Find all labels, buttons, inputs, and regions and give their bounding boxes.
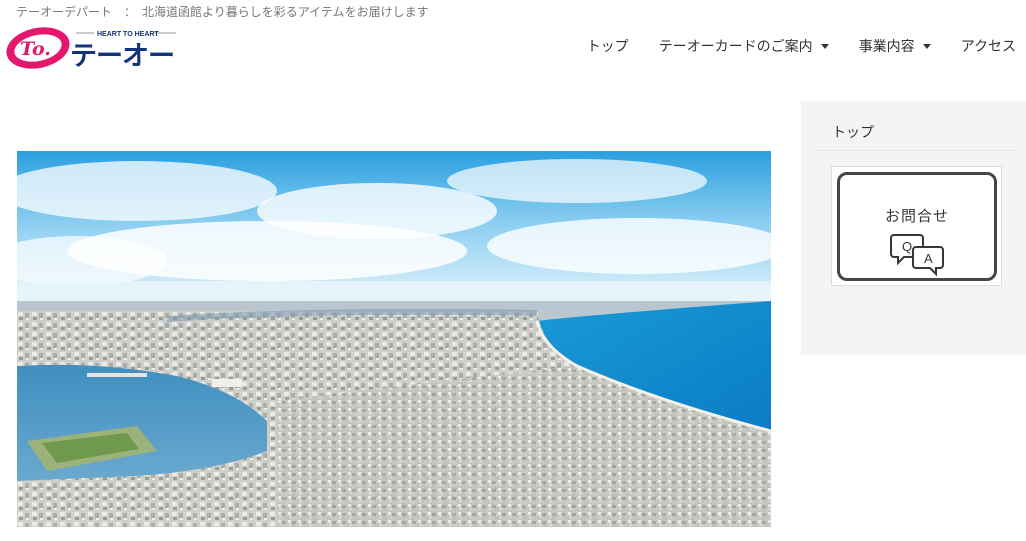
contact-qa-banner[interactable]: お問合せ Q A xyxy=(831,166,1002,286)
site-logo[interactable]: To. HEART TO HEART テーオー xyxy=(4,24,184,72)
hero-city-panorama xyxy=(17,151,771,527)
nav-item-label: 事業内容 xyxy=(858,39,915,55)
qa-chat-bubbles-icon: Q A xyxy=(890,234,944,276)
logo-mark-text: To. xyxy=(20,38,51,60)
nav-item-label: トップ xyxy=(586,39,629,55)
main-nav: トップ テーオーカードのご案内 事業内容 アクセス xyxy=(557,36,1016,56)
qa-banner-label: お問合せ xyxy=(884,207,949,225)
logo-main-text: テーオー xyxy=(70,41,174,72)
chevron-down-icon xyxy=(922,43,931,49)
nav-item-label: アクセス xyxy=(960,39,1016,55)
nav-item-business[interactable]: 事業内容 xyxy=(859,36,931,56)
qa-a-letter: A xyxy=(924,251,933,266)
qa-q-letter: Q xyxy=(902,239,912,254)
qa-banner-frame: お問合せ Q A xyxy=(837,172,997,281)
chevron-down-icon xyxy=(820,43,829,49)
logo-graphic: To. HEART TO HEART テーオー xyxy=(6,27,176,72)
sidebar: トップ お問合せ Q A xyxy=(801,101,1026,355)
nav-item-top[interactable]: トップ xyxy=(587,36,629,56)
sidebar-title[interactable]: トップ xyxy=(832,122,874,142)
nav-item-card-info[interactable]: テーオーカードのご案内 xyxy=(659,36,829,56)
nav-item-access[interactable]: アクセス xyxy=(961,36,1016,56)
site-tagline: テーオーデパート ： 北海道函館より暮らしを彩るアイテムをお届けします xyxy=(16,5,429,19)
hero-image xyxy=(17,151,771,527)
sidebar-divider xyxy=(817,150,1015,151)
nav-item-label: テーオーカードのご案内 xyxy=(658,39,813,55)
logo-small-text: HEART TO HEART xyxy=(97,31,159,38)
